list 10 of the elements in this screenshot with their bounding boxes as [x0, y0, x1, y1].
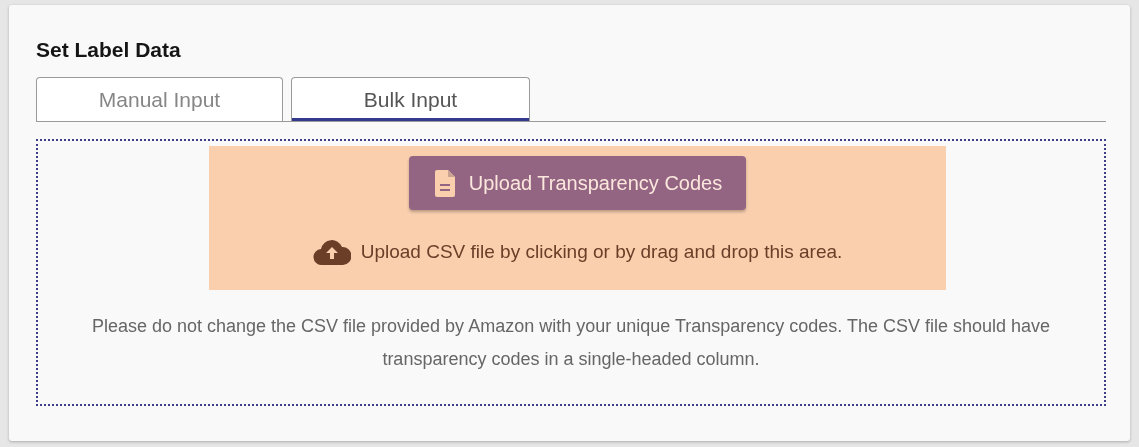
upload-zone[interactable]: Upload Transparency Codes Upload CSV file by clicking or by drag and drop this area. — [209, 146, 946, 291]
card-title: Set Label Data — [36, 37, 182, 63]
upload-button[interactable]: Upload Transparency Codes — [408, 156, 747, 211]
document-icon — [434, 169, 455, 197]
cloud-upload-icon — [312, 239, 351, 266]
drop-area[interactable] — [36, 139, 1106, 407]
upload-note: Please do not change the CSV file provided by Amazon with your unique Transparency codes. The CSV file should have transparency codes in a single-headed column. — [90, 315, 1052, 372]
upload-hint: Upload CSV file by clicking or by drag and drop this area. — [360, 240, 843, 265]
tab[interactable]: Bulk Input — [291, 77, 530, 122]
tab[interactable]: Manual Input — [36, 77, 283, 122]
